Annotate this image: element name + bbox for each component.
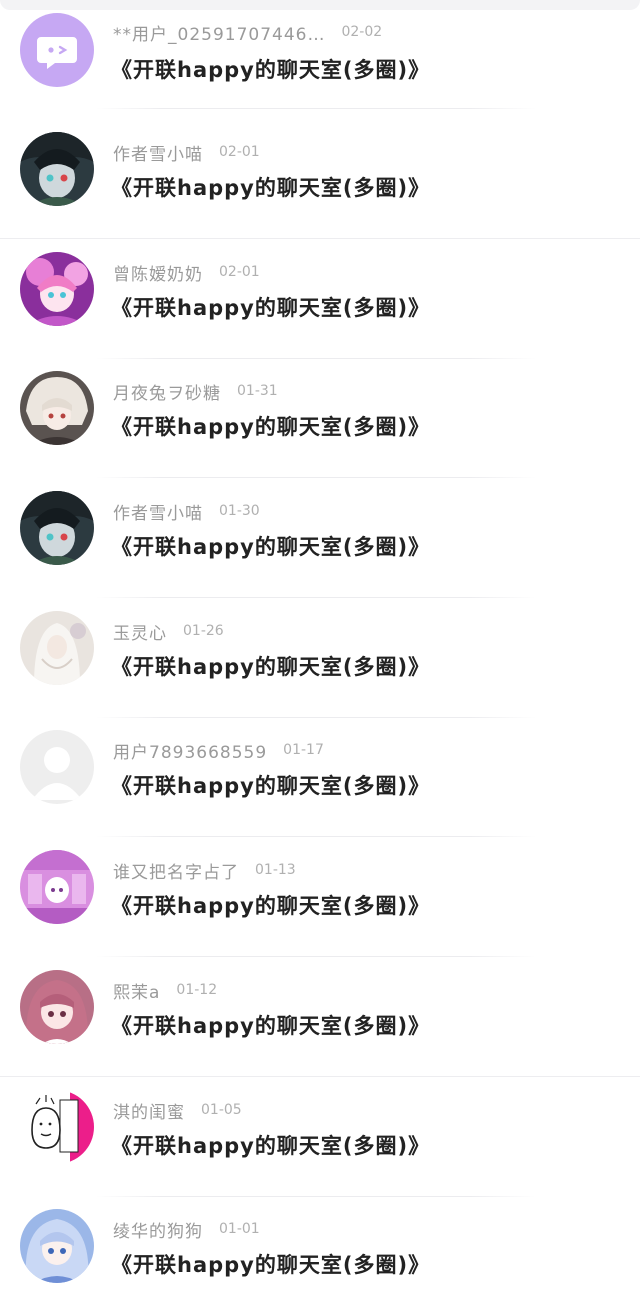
- row-divider: [96, 108, 536, 109]
- message-date: 01-12: [176, 982, 218, 998]
- avatar-sketch-magenta[interactable]: [20, 1090, 94, 1164]
- username[interactable]: 用户7893668559: [113, 738, 267, 763]
- row-divider: [96, 836, 536, 837]
- message-title[interactable]: 《开联happy的聊天室(多圈)》: [111, 531, 430, 561]
- chat-bubble-icon: [20, 13, 94, 87]
- username[interactable]: 月夜兔ヲ砂糖: [113, 379, 221, 404]
- message-title[interactable]: 《开联happy的聊天室(多圈)》: [111, 292, 430, 322]
- message-title[interactable]: 《开联happy的聊天室(多圈)》: [111, 651, 430, 681]
- avatar-chat-bubble[interactable]: [20, 13, 94, 87]
- username[interactable]: 作者雪小喵: [113, 499, 203, 524]
- avatar-anime-dark[interactable]: [20, 132, 94, 206]
- message-meta: 熙茉a 01-12: [113, 978, 218, 1003]
- anime-avatar-dark: [20, 491, 94, 565]
- message-meta: 淇的闺蜜 01-05: [113, 1098, 242, 1123]
- username[interactable]: 谁又把名字占了: [113, 858, 239, 883]
- default-user-avatar: [20, 730, 94, 804]
- anime-avatar-pink: [20, 252, 94, 326]
- message-date: 02-02: [341, 24, 383, 40]
- username[interactable]: 绫华的狗狗: [113, 1217, 203, 1242]
- username[interactable]: 玉灵心: [113, 619, 167, 644]
- message-row[interactable]: 月夜兔ヲ砂糖 01-31 《开联happy的聊天室(多圈)》: [0, 359, 640, 478]
- message-row[interactable]: **用户_02591707446… 02-02 《开联happy的聊天室(多圈)…: [0, 0, 640, 119]
- message-meta: 谁又把名字占了 01-13: [113, 858, 296, 883]
- anime-avatar-blue: [20, 1209, 94, 1283]
- anime-avatar-pink-hair: [20, 970, 94, 1044]
- username[interactable]: 曾陈嫒奶奶: [113, 260, 203, 285]
- message-meta: 玉灵心 01-26: [113, 619, 224, 644]
- avatar-default-user[interactable]: [20, 730, 94, 804]
- message-title[interactable]: 《开联happy的聊天室(多圈)》: [111, 1130, 430, 1160]
- message-date: 01-17: [283, 742, 324, 758]
- message-title[interactable]: 《开联happy的聊天室(多圈)》: [111, 1249, 430, 1279]
- message-title[interactable]: 《开联happy的聊天室(多圈)》: [111, 1010, 430, 1040]
- message-date: 01-31: [237, 383, 278, 399]
- message-meta: **用户_02591707446… 02-02: [113, 20, 383, 45]
- message-meta: 用户7893668559 01-17: [113, 738, 324, 763]
- row-divider: [96, 956, 536, 957]
- avatar-anime-pink-hair[interactable]: [20, 970, 94, 1044]
- avatar-anime-dark[interactable]: [20, 491, 94, 565]
- anime-avatar-purple: [20, 850, 94, 924]
- message-row[interactable]: 用户7893668559 01-17 《开联happy的聊天室(多圈)》: [0, 718, 640, 837]
- username[interactable]: 淇的闺蜜: [113, 1098, 185, 1123]
- sketch-avatar-magenta: [20, 1090, 94, 1164]
- message-title[interactable]: 《开联happy的聊天室(多圈)》: [111, 172, 430, 202]
- message-title[interactable]: 《开联happy的聊天室(多圈)》: [111, 411, 430, 441]
- message-title[interactable]: 《开联happy的聊天室(多圈)》: [111, 770, 430, 800]
- message-date: 02-01: [219, 264, 260, 280]
- message-meta: 曾陈嫒奶奶 02-01: [113, 260, 260, 285]
- message-title[interactable]: 《开联happy的聊天室(多圈)》: [111, 54, 430, 84]
- row-divider: [0, 1076, 640, 1077]
- avatar-anime-pink[interactable]: [20, 252, 94, 326]
- row-divider: [96, 477, 536, 478]
- avatar-anime-pale[interactable]: [20, 611, 94, 685]
- anime-avatar-white-hair: [20, 371, 94, 445]
- message-date: 01-13: [255, 862, 296, 878]
- message-meta: 绫华的狗狗 01-01: [113, 1217, 260, 1242]
- message-date: 02-01: [219, 144, 260, 160]
- message-meta: 月夜兔ヲ砂糖 01-31: [113, 379, 278, 404]
- message-title[interactable]: 《开联happy的聊天室(多圈)》: [111, 890, 430, 920]
- row-divider: [96, 597, 536, 598]
- message-row[interactable]: 淇的闺蜜 01-05 《开联happy的聊天室(多圈)》: [0, 1078, 640, 1197]
- avatar-anime-blue[interactable]: [20, 1209, 94, 1283]
- message-meta: 作者雪小喵 01-30: [113, 499, 260, 524]
- message-row[interactable]: 曾陈嫒奶奶 02-01 《开联happy的聊天室(多圈)》: [0, 240, 640, 359]
- message-row[interactable]: 熙茉a 01-12 《开联happy的聊天室(多圈)》: [0, 958, 640, 1077]
- message-date: 01-01: [219, 1221, 260, 1237]
- username[interactable]: 作者雪小喵: [113, 140, 203, 165]
- anime-avatar-dark: [20, 132, 94, 206]
- message-row[interactable]: 谁又把名字占了 01-13 《开联happy的聊天室(多圈)》: [0, 838, 640, 957]
- row-divider: [0, 238, 640, 239]
- username[interactable]: **用户_02591707446…: [113, 20, 325, 45]
- message-meta: 作者雪小喵 02-01: [113, 140, 260, 165]
- message-date: 01-30: [219, 503, 260, 519]
- message-row[interactable]: 绫华的狗狗 01-01 《开联happy的聊天室(多圈)》: [0, 1197, 640, 1316]
- message-row[interactable]: 玉灵心 01-26 《开联happy的聊天室(多圈)》: [0, 599, 640, 718]
- message-row[interactable]: 作者雪小喵 01-30 《开联happy的聊天室(多圈)》: [0, 479, 640, 598]
- message-date: 01-26: [183, 623, 224, 639]
- avatar-anime-white-hair[interactable]: [20, 371, 94, 445]
- anime-avatar-pale: [20, 611, 94, 685]
- message-row[interactable]: 作者雪小喵 02-01 《开联happy的聊天室(多圈)》: [0, 120, 640, 239]
- message-date: 01-05: [201, 1102, 242, 1118]
- username[interactable]: 熙茉a: [113, 978, 160, 1003]
- avatar-anime-purple[interactable]: [20, 850, 94, 924]
